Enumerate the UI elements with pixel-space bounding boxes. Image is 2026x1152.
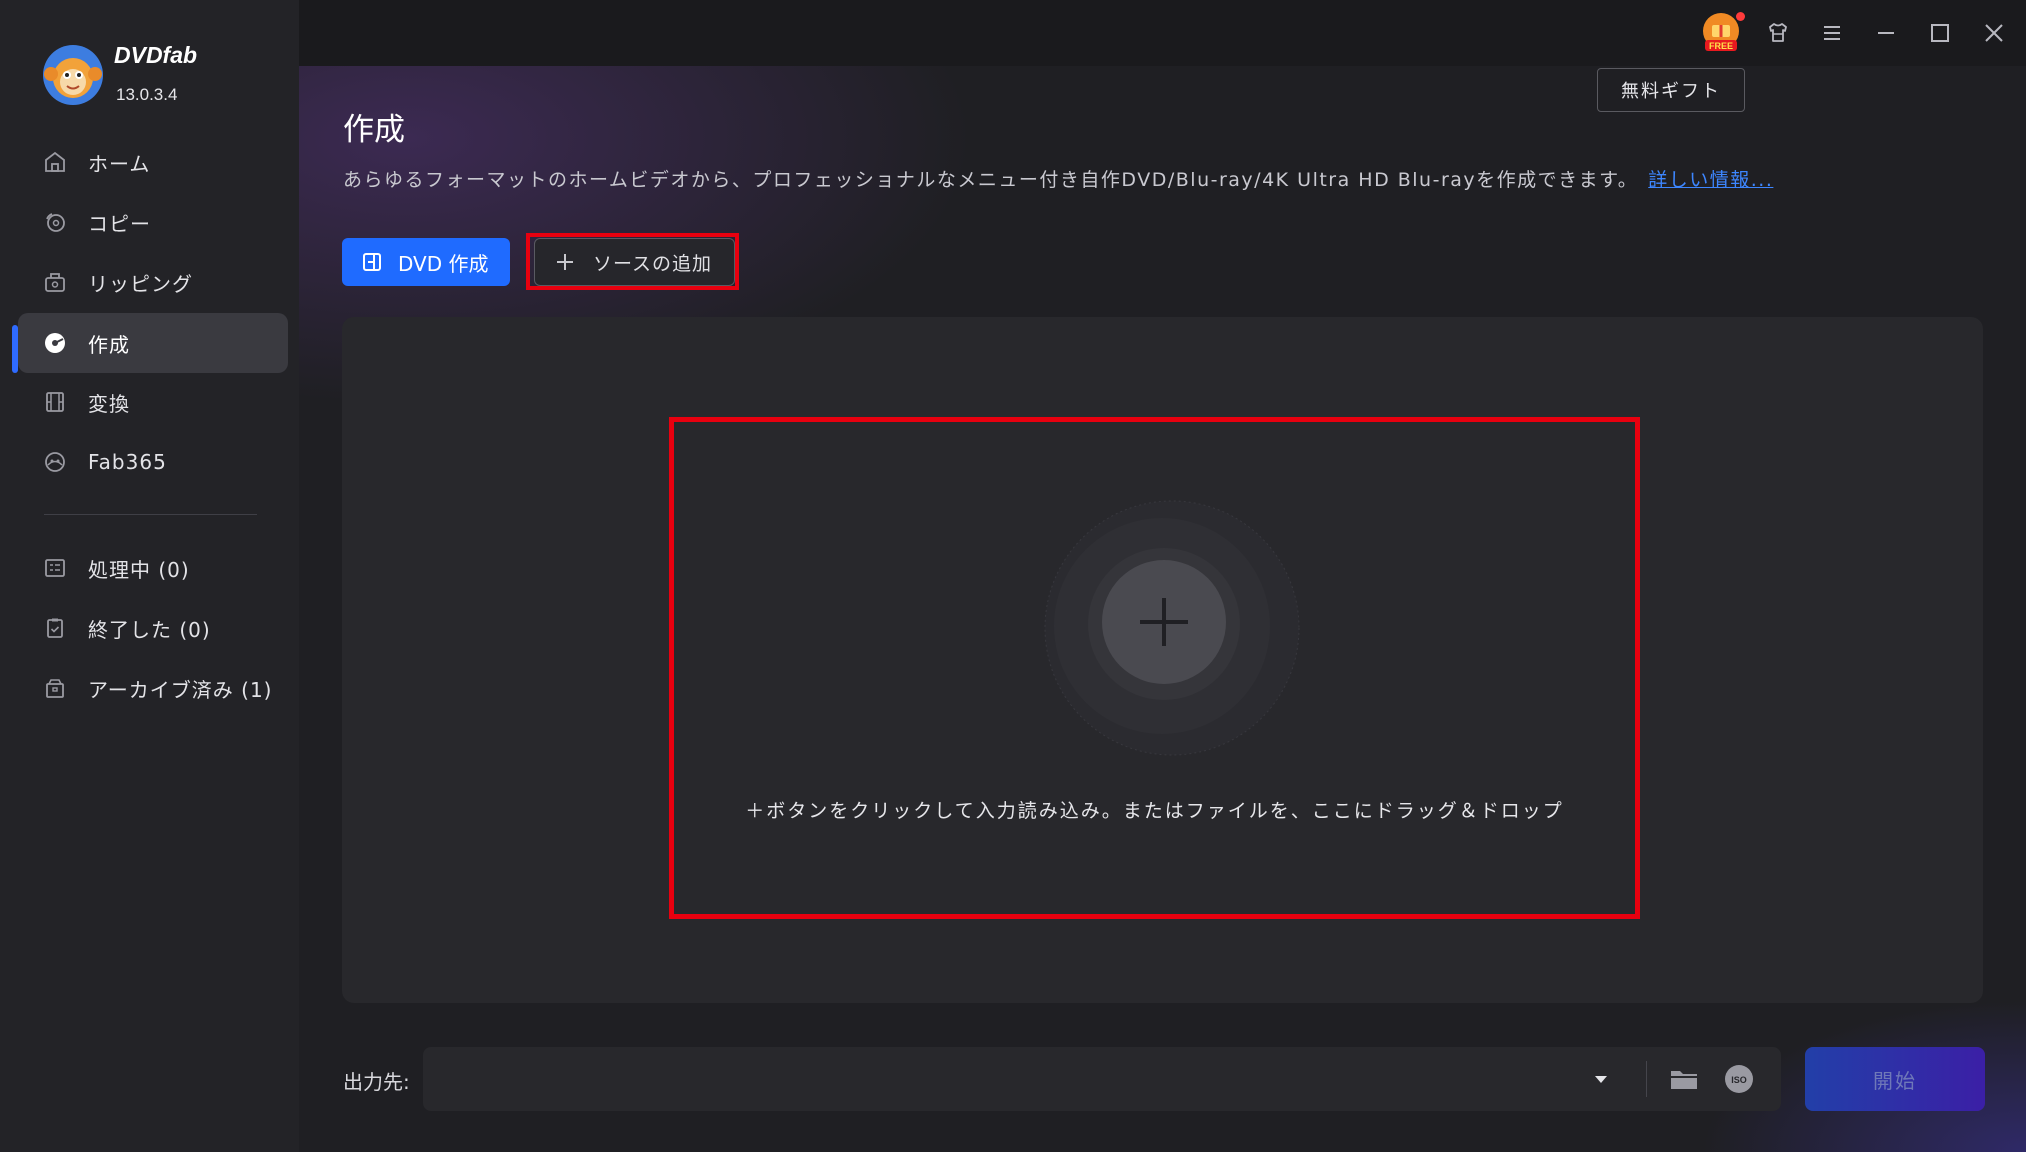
drop-zone-highlight xyxy=(669,417,1640,919)
mode-switch-icon xyxy=(362,252,382,272)
page-description: あらゆるフォーマットのホームビデオから、プロフェッショナルなメニュー付き自作DV… xyxy=(343,165,1773,192)
processing-list-icon xyxy=(42,555,68,581)
free-badge-text: FREE xyxy=(1709,41,1733,51)
sidebar-item-archived[interactable]: アーカイブ済み (1) xyxy=(18,658,288,718)
home-icon xyxy=(42,149,68,175)
maximize-icon[interactable] xyxy=(1923,16,1957,50)
iso-icon[interactable]: ISO xyxy=(1723,1063,1755,1095)
close-icon[interactable] xyxy=(1977,16,2011,50)
sidebar: DVDfab 13.0.3.4 ホーム コピー リッピング 作成 変換 Fab3… xyxy=(0,0,299,1152)
sidebar-item-processing[interactable]: 処理中 (0) xyxy=(18,538,288,598)
sidebar-item-creator[interactable]: 作成 xyxy=(18,313,288,373)
iso-label: ISO xyxy=(1731,1075,1747,1085)
output-path-select[interactable] xyxy=(423,1047,1781,1111)
description-text: あらゆるフォーマットのホームビデオから、プロフェッショナルなメニュー付き自作DV… xyxy=(343,169,1639,191)
sidebar-item-ripper[interactable]: リッピング xyxy=(18,252,288,312)
sidebar-item-label: 終了した (0) xyxy=(88,617,211,642)
sidebar-item-finished[interactable]: 終了した (0) xyxy=(18,598,288,658)
copy-disc-icon xyxy=(42,209,68,235)
start-button[interactable]: 開始 xyxy=(1805,1047,1985,1111)
page-title: 作成 xyxy=(343,112,405,148)
sidebar-item-label: ホーム xyxy=(88,151,151,176)
output-divider xyxy=(1646,1061,1647,1097)
output-label: 出力先: xyxy=(343,1070,410,1094)
mode-label: DVD 作成 xyxy=(398,251,489,276)
sidebar-item-converter[interactable]: 変換 xyxy=(18,372,288,432)
film-icon xyxy=(42,389,68,415)
more-info-link[interactable]: 詳しい情報... xyxy=(1648,169,1773,191)
sidebar-item-label: 処理中 (0) xyxy=(88,557,190,582)
add-source-highlight xyxy=(526,233,739,290)
finished-clipboard-icon xyxy=(42,615,68,641)
dvdfab-logo xyxy=(42,44,104,106)
sidebar-item-label: アーカイブ済み (1) xyxy=(88,677,273,702)
ripper-icon xyxy=(42,269,68,295)
sidebar-item-label: Fab365 xyxy=(88,450,167,474)
sidebar-item-fab365[interactable]: Fab365 xyxy=(18,432,288,492)
minimize-icon[interactable] xyxy=(1869,16,1903,50)
notification-dot xyxy=(1736,12,1745,21)
app-version: 13.0.3.4 xyxy=(116,85,178,104)
archive-box-icon xyxy=(42,675,68,701)
sidebar-divider xyxy=(44,514,257,515)
folder-icon[interactable] xyxy=(1668,1063,1700,1095)
chevron-down-icon[interactable] xyxy=(1590,1068,1612,1090)
sidebar-item-label: リッピング xyxy=(88,271,193,296)
sidebar-item-label: 作成 xyxy=(88,332,130,357)
sidebar-item-home[interactable]: ホーム xyxy=(18,132,288,192)
fab365-icon xyxy=(42,449,68,475)
creator-disc-icon xyxy=(42,330,68,356)
shirt-icon[interactable] xyxy=(1761,16,1795,50)
sidebar-item-label: コピー xyxy=(88,211,151,236)
brand-name: DVDfab xyxy=(114,42,198,68)
free-gift-tooltip: 無料ギフト xyxy=(1597,68,1745,112)
sidebar-item-label: 変換 xyxy=(88,391,130,416)
menu-icon[interactable] xyxy=(1815,16,1849,50)
dvd-creator-mode-button[interactable]: DVD 作成 xyxy=(342,238,510,286)
sidebar-item-copy[interactable]: コピー xyxy=(18,192,288,252)
